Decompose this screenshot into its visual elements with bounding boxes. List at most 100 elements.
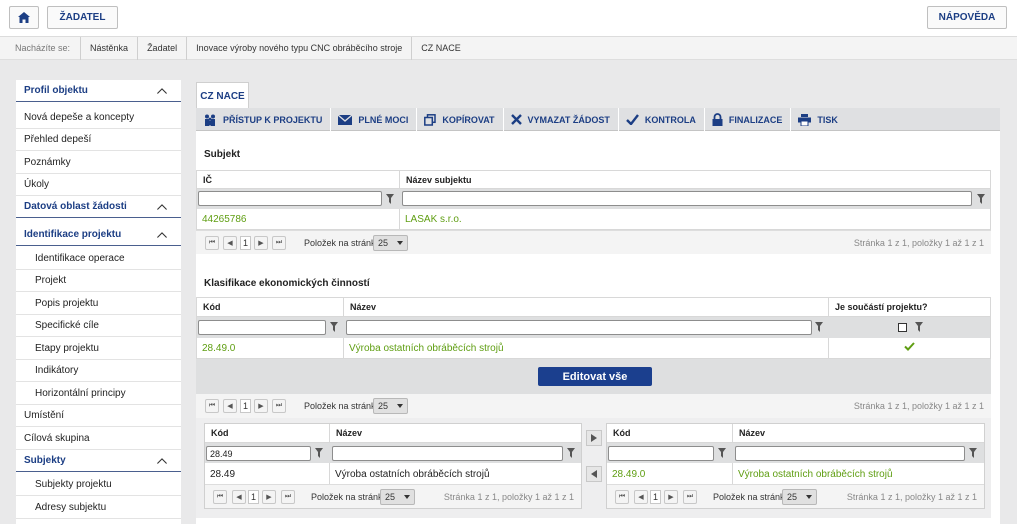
sidebar-item[interactable]: Indikátory	[16, 360, 181, 382]
breadcrumb-item-nastenka[interactable]: Nástěnka	[80, 36, 139, 60]
col-nazev-header[interactable]: Název	[344, 298, 828, 317]
col-soucast-header[interactable]: Je součástí projektu?	[829, 298, 990, 317]
next-page-button[interactable]: ▶	[254, 236, 268, 250]
chevron-up-icon[interactable]	[157, 202, 167, 212]
subjekt-nazev-cell[interactable]: LASAK s.r.o.	[400, 210, 990, 229]
zadatel-button[interactable]: ŽADATEL	[47, 6, 118, 29]
filter-icon[interactable]	[315, 448, 323, 458]
help-button[interactable]: NÁPOVĚDA	[927, 6, 1007, 29]
sidebar-item[interactable]: Identifikace projektu	[16, 224, 181, 246]
check-button[interactable]: KONTROLA	[619, 108, 705, 131]
sidebar-item[interactable]: Etapy projektu	[16, 338, 181, 360]
left-col-nazev-header[interactable]: Název	[330, 424, 581, 443]
tab-cz-nace[interactable]: CZ NACE	[196, 82, 249, 109]
nazev-subjektu-filter-input[interactable]	[402, 191, 972, 206]
sidebar-item[interactable]: Nová depeše a koncepty	[16, 107, 181, 129]
left-kod-filter-value: 28.49	[210, 448, 233, 459]
page-size-select[interactable]: 25	[373, 398, 408, 414]
prev-page-button[interactable]: ◀	[223, 399, 237, 413]
filter-icon[interactable]	[815, 322, 823, 332]
sidebar-item[interactable]: Profil objektu	[16, 80, 181, 102]
left-nazev-cell[interactable]: Výroba ostatních obráběcích strojů	[330, 464, 581, 484]
breadcrumb-item-zadatel[interactable]: Žadatel	[138, 36, 188, 60]
klasifikace-kod-cell[interactable]: 28.49.0	[197, 339, 343, 358]
sidebar-item[interactable]: Adresy subjektu	[16, 497, 181, 519]
right-kod-cell[interactable]: 28.49.0	[607, 464, 732, 484]
next-page-button[interactable]: ▶	[664, 490, 678, 504]
print-label: TISK	[817, 114, 838, 125]
sidebar-item[interactable]: Cílová skupina	[16, 428, 181, 450]
last-page-button[interactable]: ⏭	[272, 399, 286, 413]
left-kod-cell[interactable]: 28.49	[205, 464, 329, 484]
sidebar-item[interactable]: Subjekty projektu	[16, 474, 181, 496]
access-project-button[interactable]: PŘÍSTUP K PROJEKTU	[196, 108, 332, 131]
klasifikace-nazev-cell[interactable]: Výroba ostatních obráběcích strojů	[344, 339, 828, 358]
first-page-button[interactable]: ⏮	[205, 236, 219, 250]
kod-filter-input[interactable]	[198, 320, 326, 335]
subjekt-ic-cell[interactable]: 44265786	[197, 210, 399, 229]
chevron-up-icon[interactable]	[157, 456, 167, 466]
prev-page-button[interactable]: ◀	[634, 490, 648, 504]
chevron-up-icon[interactable]	[157, 86, 167, 96]
page-size-select[interactable]: 25	[782, 489, 817, 505]
sidebar-item[interactable]: Umístění	[16, 405, 181, 427]
edit-all-button[interactable]: Editovat vše	[538, 367, 652, 386]
prev-page-button[interactable]: ◀	[232, 490, 246, 504]
sidebar-item[interactable]: Specifické cíle	[16, 315, 181, 337]
move-right-button[interactable]	[586, 430, 602, 446]
right-nazev-cell[interactable]: Výroba ostatních obráběcích strojů	[733, 464, 984, 484]
filter-icon[interactable]	[977, 194, 985, 204]
filter-icon[interactable]	[969, 448, 977, 458]
right-col-kod-header[interactable]: Kód	[607, 424, 732, 443]
first-page-button[interactable]: ⏮	[205, 399, 219, 413]
left-kod-filter-input[interactable]: 28.49	[206, 446, 311, 461]
print-button[interactable]: TISK	[791, 108, 846, 131]
sidebar-item[interactable]: Datová oblast žádosti	[16, 196, 181, 218]
sidebar-item[interactable]: Poznámky	[16, 152, 181, 174]
pager-info: Stránka 1 z 1, položky 1 až 1 z 1	[853, 238, 984, 248]
left-col-kod-header[interactable]: Kód	[205, 424, 329, 443]
sidebar-item[interactable]: Popis projektu	[16, 293, 181, 315]
first-page-button[interactable]: ⏮	[615, 490, 629, 504]
first-page-button[interactable]: ⏮	[213, 490, 227, 504]
lock-icon	[712, 113, 723, 126]
soucast-filter-checkbox[interactable]	[898, 323, 907, 332]
breadcrumb-item-project[interactable]: Inovace výroby nového typu CNC obráběcíh…	[187, 36, 413, 60]
col-ic-header[interactable]: IČ	[197, 171, 399, 189]
page-size-label: Položek na stránku	[304, 401, 381, 411]
sidebar-item[interactable]: Identifikace operace	[16, 248, 181, 270]
filter-icon[interactable]	[330, 322, 338, 332]
move-left-button[interactable]	[586, 466, 602, 482]
nazev-filter-input[interactable]	[346, 320, 812, 335]
sidebar-item[interactable]: Projekt	[16, 270, 181, 292]
last-page-button[interactable]: ⏭	[281, 490, 295, 504]
left-nazev-filter-input[interactable]	[332, 446, 563, 461]
last-page-button[interactable]: ⏭	[683, 490, 697, 504]
chevron-up-icon[interactable]	[157, 230, 167, 240]
right-kod-filter-input[interactable]	[608, 446, 714, 461]
finalize-button[interactable]: FINALIZACE	[705, 108, 792, 131]
page-size-select[interactable]: 25	[380, 489, 415, 505]
last-page-button[interactable]: ⏭	[272, 236, 286, 250]
next-page-button[interactable]: ▶	[262, 490, 276, 504]
filter-icon[interactable]	[567, 448, 575, 458]
sidebar-item[interactable]: Úkoly	[16, 174, 181, 196]
filter-icon[interactable]	[386, 194, 394, 204]
ic-filter-input[interactable]	[198, 191, 382, 206]
delete-application-button[interactable]: VYMAZAT ŽÁDOST	[504, 108, 619, 131]
power-of-attorney-button[interactable]: PLNÉ MOCI	[331, 108, 418, 131]
filter-icon[interactable]	[915, 322, 923, 332]
home-button[interactable]	[9, 6, 39, 29]
col-kod-header[interactable]: Kód	[197, 298, 343, 317]
sidebar-item[interactable]: Subjekty	[16, 450, 181, 472]
right-col-nazev-header[interactable]: Název	[733, 424, 984, 443]
right-nazev-filter-input[interactable]	[735, 446, 965, 461]
copy-button[interactable]: KOPÍROVAT	[417, 108, 504, 131]
prev-page-button[interactable]: ◀	[223, 236, 237, 250]
col-nazev-subjektu-header[interactable]: Název subjektu	[400, 171, 990, 189]
next-page-button[interactable]: ▶	[254, 399, 268, 413]
filter-icon[interactable]	[718, 448, 726, 458]
page-size-select[interactable]: 25	[373, 235, 408, 251]
sidebar-item[interactable]: Horizontální principy	[16, 383, 181, 405]
sidebar-item[interactable]: Přehled depeší	[16, 129, 181, 151]
